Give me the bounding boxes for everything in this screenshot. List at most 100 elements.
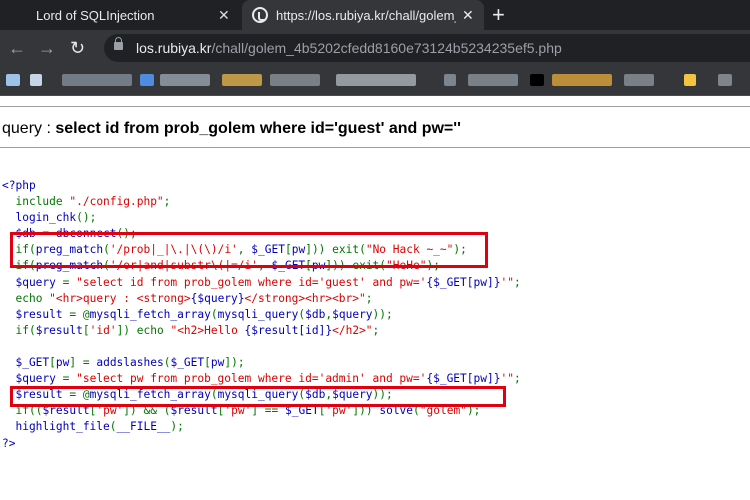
code-token: pw — [55, 356, 70, 370]
globe-icon — [252, 7, 268, 23]
code-token: ; — [372, 323, 380, 337]
code-token: )); — [372, 307, 393, 321]
code-token: 'id' — [89, 323, 117, 337]
code-token: ] = — [69, 356, 97, 370]
code-token: ; — [513, 372, 521, 386]
code-token: $query — [2, 275, 63, 289]
php-source-code: <?php include "./config.php"; login_chk(… — [2, 178, 521, 452]
bookmark-icon[interactable] — [552, 74, 612, 86]
code-token: $query — [2, 372, 63, 386]
url-host: los.rubiya.kr — [136, 40, 212, 56]
code-token: = — [62, 372, 77, 386]
code-token: ; — [365, 291, 373, 305]
code-token: login_chk — [2, 211, 77, 225]
code-token: "select pw from prob_golem where id='adm… — [76, 372, 427, 386]
hr-bottom — [0, 147, 750, 148]
bookmark-icon[interactable] — [30, 74, 42, 86]
hr-top — [0, 106, 750, 107]
code-line: login_chk(); — [2, 211, 96, 224]
code-token: "select id from prob_golem where id='gue… — [76, 275, 427, 289]
code-token: </strong><hr><br>" — [244, 291, 366, 305]
bookmark-icon[interactable] — [222, 74, 262, 86]
highlight-box-solve-condition — [10, 386, 506, 407]
code-token: $result — [35, 323, 83, 337]
code-token: $_GET — [170, 356, 205, 370]
code-token: $result — [2, 307, 70, 321]
url-text[interactable]: los.rubiya.kr/chall/golem_4b5202cfedd816… — [136, 40, 562, 56]
close-icon[interactable]: ✕ — [462, 7, 474, 24]
url-path: /chall/golem_4b5202cfedd8160e73124b52342… — [211, 40, 562, 56]
code-token: (); — [76, 211, 97, 225]
bookmark-icon[interactable] — [684, 74, 696, 86]
code-token: "./config.php" — [69, 195, 164, 209]
reload-icon[interactable]: ↻ — [70, 38, 85, 58]
code-token: "<hr>query : <strong> — [49, 291, 191, 305]
code-token: "<h2>Hello — [170, 323, 245, 337]
code-token: {$query} — [190, 291, 245, 305]
query-display: query : select id from prob_golem where … — [2, 120, 461, 138]
code-line: $query = "select id from prob_golem wher… — [2, 275, 521, 289]
bookmark-icon[interactable] — [270, 74, 320, 86]
code-token: {$result[id]} — [244, 323, 333, 337]
code-token: $_GET — [2, 356, 50, 370]
code-token: ( — [109, 420, 117, 434]
code-token: $db — [305, 307, 326, 321]
code-token: include — [15, 195, 70, 209]
bookmark-icon[interactable] — [6, 74, 20, 86]
code-token: ; — [163, 195, 171, 209]
code-token: [ — [49, 356, 56, 370]
code-token: '" — [500, 372, 514, 386]
address-bar[interactable]: los.rubiya.kr/chall/golem_4b5202cfedd816… — [104, 34, 750, 62]
bookmark-icon[interactable] — [718, 74, 732, 86]
code-line: echo "<hr>query : <strong>{$query}</stro… — [2, 291, 373, 305]
new-tab-button[interactable]: + — [492, 2, 505, 28]
code-token: ( — [210, 307, 218, 321]
code-token: ?> — [2, 436, 16, 450]
query-text: select id from prob_golem where id='gues… — [55, 120, 461, 137]
bookmark-icon[interactable] — [624, 74, 654, 86]
tab-lord-of-sqlinjection[interactable]: Lord of SQLInjection ✕ — [0, 0, 240, 30]
code-token: mysqli_query — [217, 307, 299, 321]
code-line: $_GET[pw] = addslashes($_GET[pw]); — [2, 356, 244, 370]
bookmark-icon[interactable] — [62, 74, 132, 86]
highlight-box-regex-filters — [10, 232, 488, 268]
bookmark-icon[interactable] — [160, 74, 210, 86]
code-line: include "./config.php"; — [2, 195, 170, 208]
code-token: if( — [15, 323, 36, 337]
tab-golem-challenge[interactable]: https://los.rubiya.kr/chall/golem_4b5202… — [242, 0, 484, 30]
query-label: query : — [2, 120, 56, 137]
code-token: addslashes — [96, 356, 164, 370]
code-token: {$_GET[pw]} — [426, 372, 501, 386]
code-token: pw — [210, 356, 225, 370]
code-line: $query = "select pw from prob_golem wher… — [2, 372, 521, 386]
forward-arrow-icon[interactable]: → — [38, 38, 56, 58]
code-token: echo — [15, 291, 50, 305]
lock-icon[interactable] — [114, 37, 123, 50]
code-line: $result = @mysqli_fetch_array(mysqli_que… — [2, 307, 393, 321]
bookmark-icon[interactable] — [336, 74, 416, 86]
code-token: <?php — [2, 179, 36, 192]
code-line: <?php — [2, 179, 36, 192]
code-token: ; — [513, 275, 521, 289]
bookmark-icon[interactable] — [468, 74, 518, 86]
code-token: ); — [170, 420, 184, 434]
bookmark-icon[interactable] — [530, 74, 544, 86]
code-token: $query — [332, 307, 373, 321]
code-token: [ — [82, 323, 90, 337]
tab-title: Lord of SQLInjection — [36, 7, 155, 23]
close-icon[interactable]: ✕ — [218, 7, 230, 24]
code-token: = @ — [69, 307, 90, 321]
bookmark-icon[interactable] — [444, 74, 456, 86]
tab-title: https://los.rubiya.kr/chall/golem_4b5202… — [276, 7, 456, 23]
code-token: </h2>" — [332, 323, 373, 337]
code-line: highlight_file(__FILE__); — [2, 420, 184, 434]
bookmark-icon[interactable] — [140, 74, 154, 86]
back-arrow-icon[interactable]: ← — [8, 38, 26, 58]
code-token: mysqli_fetch_array — [89, 307, 211, 321]
browser-toolbar: ← → ↻ los.rubiya.kr/chall/golem_4b5202cf… — [0, 30, 750, 66]
bookmarks-bar — [0, 66, 750, 96]
code-token: = — [62, 275, 77, 289]
